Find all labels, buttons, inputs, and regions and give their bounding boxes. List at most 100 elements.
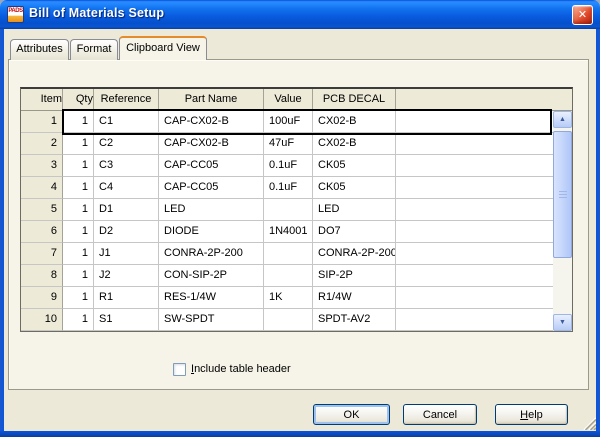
cell-item[interactable]: 1 (21, 111, 63, 133)
ok-button[interactable]: OK (313, 404, 390, 425)
cell-filler (396, 265, 572, 287)
table-row[interactable]: 2 1 C2 CAP-CX02-B 47uF CX02-B (21, 133, 572, 155)
cell-filler (396, 309, 572, 331)
cell-value[interactable] (264, 309, 313, 331)
cell-value[interactable]: 0.1uF (264, 155, 313, 177)
cell-part-name[interactable]: LED (159, 199, 264, 221)
cell-pcb-decal[interactable]: SPDT-AV2 (313, 309, 396, 331)
scrollbar-thumb[interactable] (553, 131, 572, 258)
cell-qty[interactable]: 1 (63, 133, 94, 155)
cell-pcb-decal[interactable]: CX02-B (313, 133, 396, 155)
cell-value[interactable]: 47uF (264, 133, 313, 155)
cell-pcb-decal[interactable]: LED (313, 199, 396, 221)
cell-qty[interactable]: 1 (63, 243, 94, 265)
scrollbar-thumb-grip (559, 191, 567, 199)
cell-reference[interactable]: C1 (94, 111, 159, 133)
cell-qty[interactable]: 1 (63, 111, 94, 133)
cell-item[interactable]: 9 (21, 287, 63, 309)
cell-pcb-decal[interactable]: CONRA-2P-200 (313, 243, 396, 265)
cell-item[interactable]: 8 (21, 265, 63, 287)
cell-value[interactable]: 1K (264, 287, 313, 309)
table-row[interactable]: 9 1 R1 RES-1/4W 1K R1/4W (21, 287, 572, 309)
tab-clipboard-view[interactable]: Clipboard View (119, 36, 207, 60)
cell-item[interactable]: 4 (21, 177, 63, 199)
pads-app-icon: PADS (7, 6, 24, 23)
cell-part-name[interactable]: CAP-CC05 (159, 155, 264, 177)
pads-icon-text: PADS (8, 7, 22, 15)
table-row[interactable]: 3 1 C3 CAP-CC05 0.1uF CK05 (21, 155, 572, 177)
cell-value[interactable]: 0.1uF (264, 177, 313, 199)
cell-pcb-decal[interactable]: SIP-2P (313, 265, 396, 287)
table-row[interactable]: 4 1 C4 CAP-CC05 0.1uF CK05 (21, 177, 572, 199)
window-title: Bill of Materials Setup (29, 6, 164, 20)
cell-pcb-decal[interactable]: CK05 (313, 177, 396, 199)
cell-qty[interactable]: 1 (63, 221, 94, 243)
cell-part-name[interactable]: RES-1/4W (159, 287, 264, 309)
cell-part-name[interactable]: CAP-CC05 (159, 177, 264, 199)
cell-part-name[interactable]: SW-SPDT (159, 309, 264, 331)
cell-reference[interactable]: S1 (94, 309, 159, 331)
tab-attributes[interactable]: Attributes (10, 39, 69, 60)
col-header-reference[interactable]: Reference (94, 89, 159, 110)
close-icon[interactable]: ✕ (572, 5, 593, 25)
include-table-header-label: Include table header (191, 362, 291, 376)
table-row[interactable]: 10 1 S1 SW-SPDT SPDT-AV2 (21, 309, 572, 331)
cell-value[interactable] (264, 265, 313, 287)
cell-pcb-decal[interactable]: R1/4W (313, 287, 396, 309)
cell-value[interactable] (264, 199, 313, 221)
cell-reference[interactable]: C3 (94, 155, 159, 177)
tab-format[interactable]: Format (70, 39, 118, 60)
cell-item[interactable]: 7 (21, 243, 63, 265)
cell-pcb-decal[interactable]: DO7 (313, 221, 396, 243)
col-header-qty[interactable]: Qty (63, 89, 94, 110)
resize-grip-icon[interactable] (581, 415, 596, 430)
cell-item[interactable]: 3 (21, 155, 63, 177)
cell-qty[interactable]: 1 (63, 309, 94, 331)
include-table-header-option[interactable]: Include table header (173, 362, 291, 376)
cell-reference[interactable]: R1 (94, 287, 159, 309)
col-header-value[interactable]: Value (264, 89, 313, 110)
include-table-header-checkbox[interactable] (173, 363, 186, 376)
cell-reference[interactable]: C4 (94, 177, 159, 199)
bom-table: Item Qty Reference Part Name Value PCB D… (20, 87, 573, 332)
cell-pcb-decal[interactable]: CX02-B (313, 111, 396, 133)
cell-qty[interactable]: 1 (63, 177, 94, 199)
cell-item[interactable]: 5 (21, 199, 63, 221)
cell-part-name[interactable]: CAP-CX02-B (159, 133, 264, 155)
scroll-up-icon[interactable]: ▲ (553, 111, 572, 128)
table-row[interactable]: 5 1 D1 LED LED (21, 199, 572, 221)
cell-reference[interactable]: D1 (94, 199, 159, 221)
table-row[interactable]: 7 1 J1 CONRA-2P-200 CONRA-2P-200 (21, 243, 572, 265)
table-row[interactable]: 6 1 D2 DIODE 1N4001 DO7 (21, 221, 572, 243)
cell-item[interactable]: 10 (21, 309, 63, 331)
cell-part-name[interactable]: CON-SIP-2P (159, 265, 264, 287)
title-bar[interactable]: PADS Bill of Materials Setup ✕ (0, 0, 600, 29)
cell-reference[interactable]: J1 (94, 243, 159, 265)
table-row[interactable]: 1 1 C1 CAP-CX02-B 100uF CX02-B (21, 111, 572, 133)
cancel-button[interactable]: Cancel (403, 404, 477, 425)
cell-qty[interactable]: 1 (63, 199, 94, 221)
cell-qty[interactable]: 1 (63, 265, 94, 287)
col-header-pcb-decal[interactable]: PCB DECAL (313, 89, 396, 110)
cell-part-name[interactable]: CONRA-2P-200 (159, 243, 264, 265)
cell-part-name[interactable]: DIODE (159, 221, 264, 243)
cell-qty[interactable]: 1 (63, 287, 94, 309)
scroll-down-icon[interactable]: ▼ (553, 314, 572, 331)
cell-part-name[interactable]: CAP-CX02-B (159, 111, 264, 133)
col-header-item[interactable]: Item (21, 89, 63, 110)
cell-filler (396, 111, 572, 133)
col-header-part-name[interactable]: Part Name (159, 89, 264, 110)
cell-reference[interactable]: D2 (94, 221, 159, 243)
cell-item[interactable]: 2 (21, 133, 63, 155)
cell-value[interactable]: 1N4001 (264, 221, 313, 243)
cell-item[interactable]: 6 (21, 221, 63, 243)
cell-reference[interactable]: J2 (94, 265, 159, 287)
cell-value[interactable]: 100uF (264, 111, 313, 133)
cell-pcb-decal[interactable]: CK05 (313, 155, 396, 177)
help-button[interactable]: Help (495, 404, 568, 425)
table-row[interactable]: 8 1 J2 CON-SIP-2P SIP-2P (21, 265, 572, 287)
cell-value[interactable] (264, 243, 313, 265)
vertical-scrollbar[interactable]: ▲ ▼ (553, 111, 572, 331)
cell-qty[interactable]: 1 (63, 155, 94, 177)
cell-reference[interactable]: C2 (94, 133, 159, 155)
